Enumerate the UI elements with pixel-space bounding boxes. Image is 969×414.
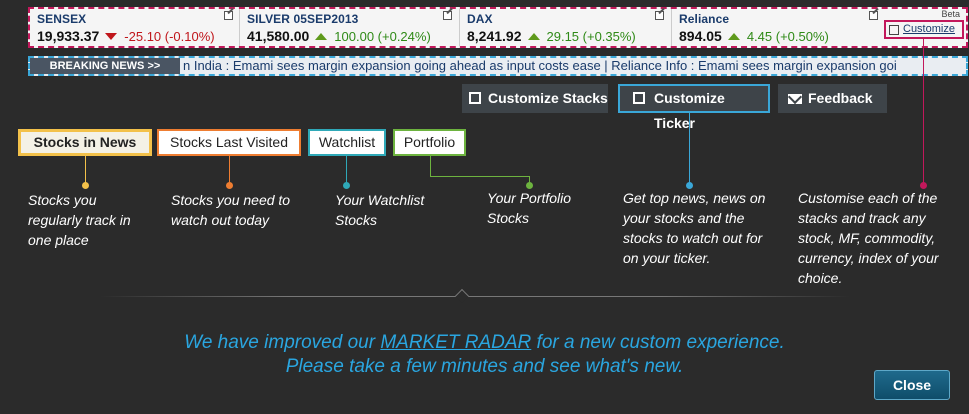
customize-stacks-label: Customize Stacks — [488, 90, 608, 106]
connector-dot — [82, 182, 89, 189]
connector-dot — [226, 182, 233, 189]
customize-ticker-button[interactable]: Customize Ticker — [618, 84, 770, 131]
breaking-news-label[interactable]: BREAKING NEWS >> — [30, 58, 180, 74]
up-arrow-icon — [727, 33, 740, 40]
up-arrow-icon — [315, 33, 328, 40]
market-ticker: SENSEX 19,933.37 -25.10 (-0.10%) SILVER 0… — [28, 7, 968, 48]
ticker-name: Reliance — [679, 12, 730, 26]
ticker-item-dax[interactable]: DAX 8,241.92 29.15 (+0.35%) — [460, 9, 672, 46]
ticker-item-silver[interactable]: SILVER 05SEP2013 41,580.00 100.00 (+0.24%… — [240, 9, 460, 46]
desc-stocks-in-news: Stocks you regularly track in one place — [28, 192, 131, 248]
tab-watchlist[interactable]: Watchlist — [308, 129, 386, 156]
ticker-change: 29.15 (+0.35%) — [546, 29, 636, 44]
edit-icon — [469, 92, 481, 104]
ticker-value: 894.05 — [679, 28, 722, 44]
tab-stocks-in-news[interactable]: Stocks in News — [18, 129, 152, 156]
ticker-value: 19,933.37 — [37, 28, 100, 44]
beta-label: Beta — [941, 9, 960, 19]
feedback-button[interactable]: Feedback — [778, 84, 887, 113]
edit-icon — [633, 92, 645, 104]
message-text: for a new custom experience. — [531, 332, 785, 353]
customize-label: Customize — [903, 23, 955, 35]
announcement-line-2: Please take a few minutes and see what's… — [285, 356, 684, 377]
edit-icon[interactable] — [655, 11, 664, 20]
ticker-item-sensex[interactable]: SENSEX 19,933.37 -25.10 (-0.10%) — [30, 9, 240, 46]
tab-portfolio[interactable]: Portfolio — [393, 129, 466, 156]
announcement-message: We have improved our MARKET RADAR for a … — [0, 331, 969, 379]
ticker-name: DAX — [467, 12, 493, 26]
connector-dot — [343, 182, 350, 189]
ticker-change: 4.45 (+0.50%) — [746, 29, 829, 44]
ticker-item-reliance[interactable]: Reliance 894.05 4.45 (+0.50%) — [672, 9, 884, 46]
message-text: We have improved our — [184, 332, 381, 353]
down-arrow-icon — [105, 33, 118, 40]
connector-line — [430, 156, 431, 176]
customize-link[interactable]: Customize — [884, 20, 964, 39]
breaking-news-bar: BREAKING NEWS >> n India : Emami sees ma… — [28, 56, 968, 76]
connector-line — [85, 156, 86, 184]
divider — [100, 296, 850, 297]
desc-portfolio: Your Portfolio Stocks — [487, 190, 572, 226]
connector-line — [229, 156, 230, 184]
connector-line — [689, 113, 690, 184]
feedback-label: Feedback — [808, 90, 873, 106]
ticker-name: SILVER 05SEP2013 — [247, 12, 359, 26]
market-radar-link[interactable]: MARKET RADAR — [380, 332, 531, 353]
connector-line — [346, 156, 347, 184]
close-button[interactable]: Close — [874, 370, 950, 400]
divider-notch — [454, 288, 470, 304]
mail-icon — [788, 94, 802, 104]
up-arrow-icon — [527, 33, 540, 40]
edit-icon[interactable] — [224, 11, 233, 20]
breaking-news-text[interactable]: n India : Emami sees margin expansion go… — [183, 58, 897, 74]
edit-icon — [889, 25, 899, 35]
desc-customize-ticker: Get top news, news on your stocks and th… — [623, 190, 766, 266]
connector-line — [430, 176, 529, 177]
customize-stacks-button[interactable]: Customize Stacks — [462, 84, 608, 113]
announcement-line-1: We have improved our MARKET RADAR for a … — [0, 331, 969, 355]
desc-stocks-last-visited: Stocks you need to watch out today — [171, 192, 291, 228]
ticker-value: 8,241.92 — [467, 28, 522, 44]
ticker-value: 41,580.00 — [247, 28, 310, 44]
ticker-change: -25.10 (-0.10%) — [124, 29, 215, 44]
tab-stocks-last-visited[interactable]: Stocks Last Visited — [157, 129, 301, 156]
edit-icon[interactable] — [443, 11, 452, 20]
desc-watchlist: Your Watchlist Stocks — [335, 192, 425, 228]
desc-customize: Customise each of the stacks and track a… — [798, 190, 939, 286]
ticker-change: 100.00 (+0.24%) — [334, 29, 431, 44]
connector-line — [923, 37, 924, 184]
ticker-name: SENSEX — [37, 12, 87, 26]
edit-icon[interactable] — [869, 11, 878, 20]
